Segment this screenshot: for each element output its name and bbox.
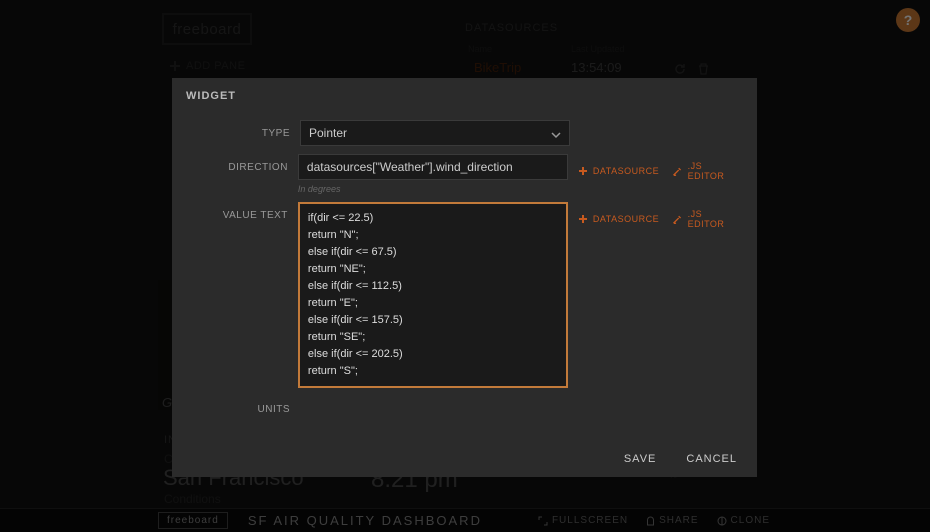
valuetext-label: VALUE TEXT [190,202,298,221]
plus-icon [578,214,588,224]
jseditor-link[interactable]: .JS EDITOR [673,161,739,181]
valuetext-input[interactable]: if(dir <= 22.5) return "N"; else if(dir … [298,202,568,388]
datasource-link[interactable]: DATASOURCE [578,214,659,224]
plus-icon [578,166,588,176]
datasource-link[interactable]: DATASOURCE [578,166,659,176]
save-button[interactable]: SAVE [624,453,657,465]
direction-input[interactable]: datasources["Weather"].wind_direction [298,154,568,180]
wrench-icon [673,166,682,176]
wrench-icon [673,214,682,224]
direction-hint: In degrees [298,184,568,194]
chevron-down-icon [551,129,561,143]
jseditor-link[interactable]: .JS EDITOR [673,209,739,229]
direction-value: datasources["Weather"].wind_direction [307,160,513,174]
direction-label: DIRECTION [190,154,298,173]
type-label: TYPE [190,120,300,139]
widget-modal: WIDGET TYPE Pointer DIRECTION datasource… [172,78,757,477]
modal-title: WIDGET [172,78,757,114]
units-label: UNITS [190,396,300,415]
type-value: Pointer [309,126,347,140]
cancel-button[interactable]: CANCEL [686,453,737,465]
type-select[interactable]: Pointer [300,120,570,146]
